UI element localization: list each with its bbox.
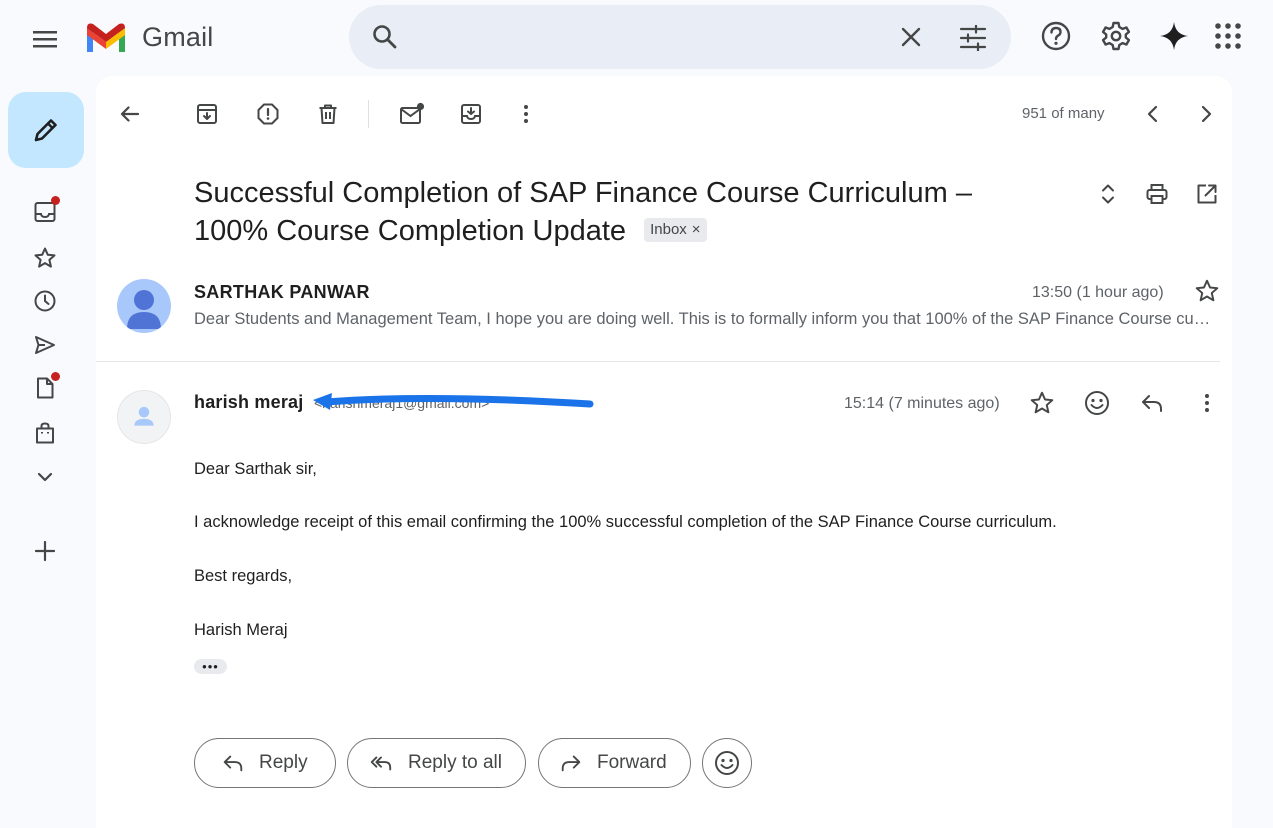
send-icon[interactable] <box>33 333 57 357</box>
gmail-m-icon <box>84 20 128 54</box>
newer-chevron-left-icon[interactable] <box>1141 102 1165 126</box>
message-time: 13:50 (1 hour ago) <box>1032 284 1164 301</box>
reply-all-label: Reply to all <box>408 752 502 773</box>
star-icon[interactable] <box>33 246 57 270</box>
toolbar-divider <box>368 100 369 128</box>
search-input[interactable] <box>419 19 919 55</box>
inbox-label-chip[interactable]: Inbox × <box>644 218 707 243</box>
archive-icon[interactable] <box>195 102 219 126</box>
bag-icon[interactable] <box>33 421 57 445</box>
open-new-window-icon[interactable] <box>1195 182 1219 206</box>
message-snippet: Dear Students and Management Team, I hop… <box>194 310 1214 328</box>
reply-icon[interactable] <box>1139 390 1167 418</box>
older-chevron-right-icon[interactable] <box>1194 102 1218 126</box>
reply-button[interactable]: Reply <box>194 738 336 788</box>
forward-label: Forward <box>597 752 667 773</box>
sidebar <box>0 76 96 828</box>
reply-all-button[interactable]: Reply to all <box>347 738 526 788</box>
subject-text: Successful Completion of SAP Finance Cou… <box>194 177 972 247</box>
more-vert-icon[interactable] <box>1194 390 1222 418</box>
show-trimmed-content-button[interactable]: ••• <box>194 659 227 674</box>
body-signoff: Best regards, <box>194 567 293 585</box>
body-greeting: Dear Sarthak sir, <box>194 460 317 478</box>
gemini-sparkle-icon[interactable] <box>1158 20 1190 52</box>
print-icon[interactable] <box>1145 182 1169 206</box>
remove-label-icon[interactable]: × <box>692 220 701 240</box>
chevron-down-icon[interactable] <box>33 465 57 489</box>
compose-button[interactable] <box>8 92 84 168</box>
forward-button[interactable]: Forward <box>538 738 691 788</box>
message-collapsed[interactable]: SARTHAK PANWAR 13:50 (1 hour ago) Dear S… <box>96 272 1220 362</box>
pager-count: 951 of many <box>1022 105 1105 122</box>
body-paragraph: I acknowledge receipt of this email conf… <box>194 513 1057 531</box>
expand-collapse-icon[interactable] <box>1096 182 1120 206</box>
drafts-badge <box>51 372 60 381</box>
inbox-badge <box>51 196 60 205</box>
smiley-icon <box>714 750 740 776</box>
forward-icon <box>559 751 583 775</box>
help-icon[interactable] <box>1040 20 1072 52</box>
avatar <box>117 279 171 333</box>
delete-trash-icon[interactable] <box>316 102 340 126</box>
message-panel: 951 of many Successful Completion of SAP… <box>96 76 1232 828</box>
more-vert-icon[interactable] <box>514 102 538 126</box>
settings-gear-icon[interactable] <box>1100 20 1132 52</box>
reply-label: Reply <box>259 752 308 773</box>
move-to-icon[interactable] <box>459 102 483 126</box>
mark-unread-icon[interactable] <box>399 102 425 126</box>
sender-email: <harishmeraj1@gmail.com> <box>314 395 490 411</box>
clear-search-icon[interactable] <box>899 25 923 49</box>
reply-icon <box>221 751 245 775</box>
app-name: Gmail <box>142 21 214 52</box>
emoji-reaction-icon[interactable] <box>1084 390 1112 418</box>
top-bar: Gmail <box>0 0 1273 76</box>
search-icon[interactable] <box>371 23 399 51</box>
avatar <box>117 390 171 444</box>
body-signature: Harish Meraj <box>194 621 288 639</box>
report-spam-icon[interactable] <box>256 102 280 126</box>
gmail-logo[interactable]: Gmail <box>84 20 214 54</box>
search-options-icon[interactable] <box>959 25 987 51</box>
emoji-react-button[interactable] <box>702 738 752 788</box>
back-arrow-icon[interactable] <box>118 102 142 126</box>
clock-icon[interactable] <box>33 289 57 313</box>
message-expanded: harish meraj <harishmeraj1@gmail.com> 15… <box>96 376 1232 828</box>
message-time: 15:14 (7 minutes ago) <box>844 395 1000 412</box>
star-icon[interactable] <box>1029 390 1057 418</box>
thread-subject: Successful Completion of SAP Finance Cou… <box>194 174 1054 250</box>
sender-name: harish meraj <box>194 392 304 412</box>
reply-all-icon <box>368 751 394 775</box>
apps-grid-icon[interactable] <box>1214 22 1242 50</box>
star-icon[interactable] <box>1194 278 1220 304</box>
main-menu-icon[interactable] <box>28 22 62 56</box>
draft-icon[interactable] <box>33 372 60 400</box>
pencil-icon <box>31 115 61 145</box>
search-bar <box>349 5 1011 69</box>
label-text: Inbox <box>650 221 687 239</box>
sender-name: SARTHAK PANWAR <box>194 282 370 302</box>
plus-icon[interactable] <box>33 539 57 563</box>
inbox-icon[interactable] <box>33 196 60 224</box>
